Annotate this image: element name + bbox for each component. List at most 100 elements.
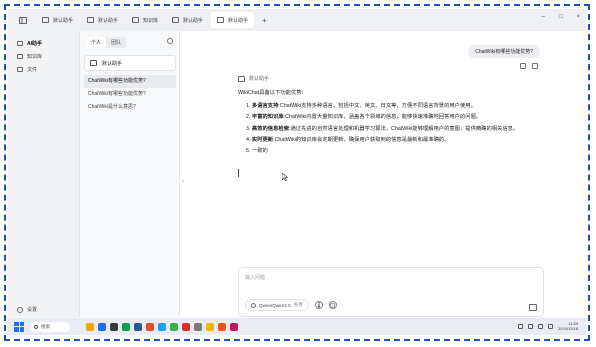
- taskbar-app-icon[interactable]: [122, 322, 130, 331]
- tab-label: 默认助手: [98, 17, 119, 24]
- scope-segmented-control: 个人 团队: [86, 37, 127, 48]
- clock[interactable]: 11:53 2024/12/18: [558, 321, 578, 331]
- taskbar-app-icon[interactable]: [134, 322, 142, 331]
- tab-label: 默认助手: [53, 17, 74, 24]
- assistant-card[interactable]: 默认助手: [84, 55, 176, 71]
- bot-answer: WikiChat具备以下功能优势: 1. 多语言支持:ChatWiki支持多种语…: [238, 89, 538, 158]
- answer-item-title: 多语言支持: [251, 103, 279, 110]
- segment-team[interactable]: 团队: [106, 37, 126, 48]
- model-suffix: 免费: [293, 302, 303, 307]
- answer-item-title: 高效的信息检索: [251, 125, 289, 132]
- settings-button[interactable]: 设置: [17, 306, 37, 313]
- answer-item: 1. 多语言支持:ChatWiki支持多种语言，包括中文、英文、日文等，方便不同…: [246, 102, 538, 110]
- sidebar-item-0[interactable]: AI助手: [8, 37, 79, 50]
- assistant-name: 默认助手: [102, 60, 123, 67]
- start-menu-icon[interactable]: [14, 321, 24, 332]
- bot-header: 默认助手: [238, 75, 269, 82]
- maximize-button[interactable]: □: [559, 14, 563, 20]
- sidebar-item-2[interactable]: 文件: [8, 63, 79, 76]
- answer-item: 3. 高效的信息检索:通过先进的自然语言处理和机器学习算法，ChatWiki能够…: [246, 125, 538, 133]
- assistant-list-panel: 个人 团队 默认助手 ChatWiki有哪些功能优势? ChatWiki有哪些功能…: [80, 31, 180, 317]
- chat-icon: [87, 17, 95, 23]
- sidebar-toggle-icon[interactable]: [16, 13, 30, 27]
- tab-2[interactable]: 知识库: [126, 12, 164, 28]
- tag-icon[interactable]: [520, 63, 526, 69]
- tab-3[interactable]: 默认助手: [166, 12, 209, 28]
- thermometer-icon[interactable]: [314, 301, 323, 309]
- taskbar-app-icon[interactable]: [206, 322, 214, 331]
- message-input-box[interactable]: 输入问题 Qwen/Qwen2.5 免费: [238, 267, 544, 317]
- message-input[interactable]: 输入问题: [245, 274, 265, 281]
- answer-item-number: 3.: [246, 125, 251, 132]
- taskbar-search[interactable]: 搜索: [30, 321, 70, 332]
- system-tray: 11:53 2024/12/18: [517, 321, 578, 331]
- taskbar-app-icon[interactable]: [98, 322, 106, 331]
- bot-avatar-icon: [238, 75, 245, 82]
- chat-icon: [217, 17, 225, 23]
- taskbar-app-icon[interactable]: [146, 322, 154, 331]
- streaming-cursor: [238, 169, 239, 177]
- gear-icon: [17, 306, 23, 313]
- answer-item-number: 1.: [246, 103, 251, 110]
- answer-item-title: 实时更新: [251, 136, 274, 143]
- book-icon: [17, 54, 23, 59]
- sidebar-item-1[interactable]: 知识库: [8, 50, 79, 63]
- tab-4[interactable]: 默认助手: [211, 12, 255, 28]
- sidebar: AI助手知识库文件 设置: [8, 31, 80, 317]
- sidebar-item-label: 知识库: [27, 54, 43, 60]
- answer-item: 4. 实时更新:ChatWiki的知识库会定期更新，确保用户获取到的信息是最新和…: [246, 136, 538, 144]
- taskbar-app-icon[interactable]: [170, 322, 178, 331]
- answer-item-text: 一致的: [251, 148, 268, 155]
- chat-area: ChatWiki有哪些功能优势? 默认助手 WikiChat具备以下功能优势: …: [180, 31, 586, 317]
- tab-label: 默认助手: [183, 17, 204, 24]
- chat-icon: [17, 41, 23, 46]
- topic-item[interactable]: ChatWiki有哪些功能优势?: [84, 75, 176, 88]
- file-icon: [17, 67, 23, 72]
- settings-label: 设置: [27, 307, 38, 313]
- close-button[interactable]: ×: [576, 14, 580, 20]
- answer-item-text: :ChatWiki内置大量知识库，涵盖各个领域的信息，能够快速准确地回答用户的问…: [283, 114, 482, 121]
- sidebar-item-label: 文件: [27, 67, 38, 73]
- language-icon[interactable]: [547, 323, 553, 329]
- taskbar-app-icon[interactable]: [86, 322, 94, 331]
- attach-file-icon[interactable]: [328, 301, 337, 309]
- taskbar-app-icon[interactable]: [230, 322, 238, 331]
- answer-item-text: :ChatWiki的知识库会定期更新，确保用户获取到的信息是最新和最准确的。: [273, 136, 450, 143]
- sidebar-item-label: AI助手: [27, 41, 43, 47]
- taskbar-app-icon[interactable]: [218, 322, 226, 331]
- answer-item-text: :ChatWiki支持多种语言，包括中文、英文、日文等，方便不同语言背景的用户使…: [278, 103, 476, 110]
- tab-0[interactable]: 默认助手: [36, 12, 79, 28]
- bot-name: 默认助手: [249, 76, 270, 82]
- collapse-panel-icon[interactable]: ‹: [182, 179, 184, 185]
- edit-icon[interactable]: [532, 63, 538, 69]
- model-label: Qwen/Qwen2.5: [259, 302, 291, 308]
- tab-bar: 默认助手 默认助手 知识库 默认助手 默认助手 + – □ ×: [8, 9, 586, 31]
- os-taskbar: 搜索 11:53 2024/12/18: [8, 318, 586, 335]
- answer-intro: WikiChat具备以下功能优势:: [238, 90, 304, 96]
- clock-date: 2024/12/18: [557, 326, 578, 331]
- taskbar-app-icon[interactable]: [194, 322, 202, 331]
- taskbar-app-icon[interactable]: [182, 322, 190, 331]
- taskbar-app-icon[interactable]: [110, 322, 118, 331]
- send-icon[interactable]: [529, 304, 537, 311]
- model-selector[interactable]: Qwen/Qwen2.5 免费: [245, 299, 309, 311]
- volume-icon[interactable]: [527, 323, 533, 329]
- user-message: ChatWiki有哪些功能优势?: [468, 45, 540, 58]
- filter-icon[interactable]: [167, 38, 173, 44]
- answer-item-title: 丰富的知识库: [251, 114, 284, 121]
- segment-personal[interactable]: 个人: [86, 37, 107, 48]
- chat-icon: [132, 17, 140, 23]
- network-icon[interactable]: [517, 323, 523, 329]
- taskbar-app-icon[interactable]: [158, 322, 166, 331]
- answer-item-number: 4.: [246, 136, 251, 143]
- battery-icon[interactable]: [537, 323, 543, 329]
- chat-icon: [42, 17, 49, 23]
- topic-item[interactable]: ChatWiki是什么意思?: [84, 101, 176, 114]
- answer-item-text: :通过先进的自然语言处理和机器学习算法，ChatWiki能够理解用户的意图，提供…: [289, 125, 519, 132]
- new-tab-button[interactable]: +: [262, 16, 267, 25]
- tab-label: 知识库: [143, 17, 159, 24]
- tab-1[interactable]: 默认助手: [81, 12, 124, 28]
- topic-item[interactable]: ChatWiki有哪些功能优势?: [84, 88, 176, 101]
- minimize-button[interactable]: –: [542, 14, 545, 20]
- chat-icon: [172, 17, 180, 23]
